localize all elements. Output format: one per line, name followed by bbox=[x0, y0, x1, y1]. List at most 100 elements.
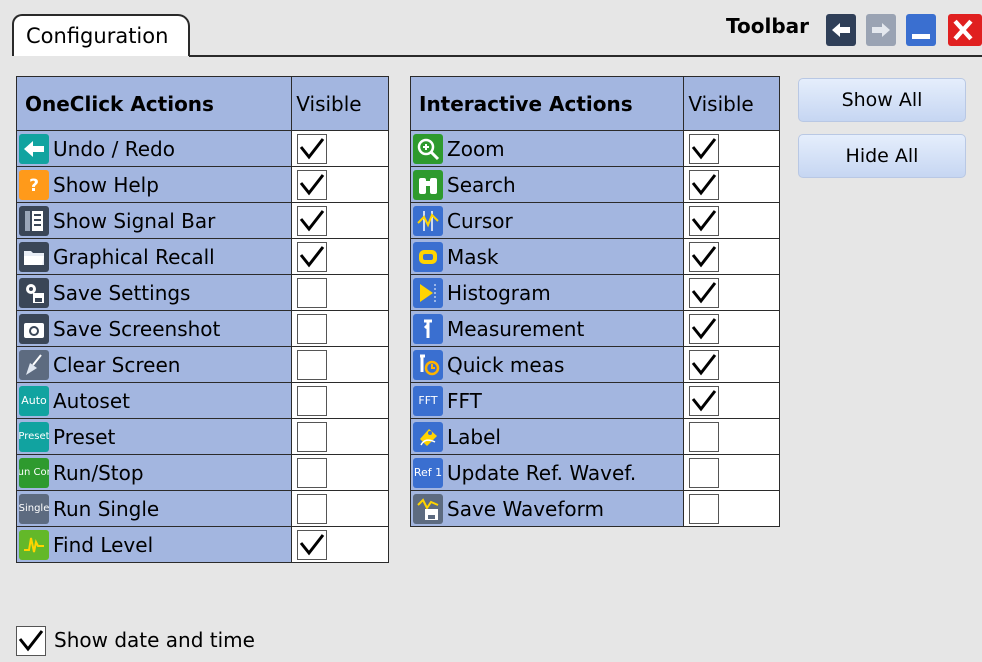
show-all-button[interactable]: Show All bbox=[798, 78, 966, 122]
oneclick-name-wrap: Run ContRun/Stop bbox=[17, 456, 291, 490]
oneclick-visible-checkbox[interactable] bbox=[297, 349, 328, 380]
oneclick-visible-cell bbox=[291, 454, 389, 491]
checkmark-icon bbox=[300, 173, 325, 195]
checkmark-icon bbox=[692, 317, 717, 339]
oneclick-visible-checkbox[interactable] bbox=[297, 421, 328, 452]
oneclick-label: Clear Screen bbox=[53, 352, 181, 377]
oneclick-row: ? Show Help bbox=[15, 166, 389, 203]
mask-icon bbox=[413, 241, 443, 272]
close-button[interactable] bbox=[948, 14, 982, 46]
oneclick-row: Save Settings bbox=[15, 274, 389, 311]
oneclick-visible-checkbox[interactable] bbox=[297, 313, 328, 344]
oneclick-name-cell: Graphical Recall bbox=[15, 238, 293, 275]
minimize-button[interactable] bbox=[906, 14, 936, 46]
oneclick-visible-checkbox[interactable] bbox=[297, 457, 328, 488]
toolbar-title: Toolbar bbox=[726, 14, 809, 38]
oneclick-row: Auto Autoset bbox=[15, 382, 389, 419]
interactive-name-wrap: Label bbox=[411, 420, 683, 454]
interactive-visible-checkbox[interactable] bbox=[689, 457, 720, 488]
interactive-label: Save Waveform bbox=[447, 496, 604, 521]
toolbar-undo-button[interactable] bbox=[826, 14, 856, 46]
checkmark-icon bbox=[692, 137, 717, 159]
show-date-time-checkbox[interactable] bbox=[16, 626, 46, 656]
oneclick-name-cell: Preset Preset bbox=[15, 418, 293, 455]
oneclick-visible-cell bbox=[291, 490, 389, 527]
interactive-label: Quick meas bbox=[447, 352, 565, 377]
interactive-row: Mask bbox=[409, 238, 780, 275]
oneclick-visible-checkbox[interactable] bbox=[297, 169, 328, 200]
interactive-visible-cell bbox=[683, 274, 780, 311]
checkmark-icon bbox=[300, 245, 325, 267]
oneclick-visible-header-cell: Visible bbox=[291, 76, 389, 131]
oneclick-name-cell: Run ContRun/Stop bbox=[15, 454, 293, 491]
tab-label: Configuration bbox=[26, 24, 169, 48]
interactive-visible-checkbox[interactable] bbox=[689, 313, 720, 344]
oneclick-header: OneClick Actions bbox=[25, 91, 214, 116]
interactive-visible-checkbox[interactable] bbox=[689, 169, 720, 200]
interactive-name-wrap: FFT FFT bbox=[411, 384, 683, 418]
interactive-visible-checkbox[interactable] bbox=[689, 493, 720, 524]
camera-icon bbox=[19, 313, 49, 344]
interactive-name-cell: Ref 1 Update Ref. Wavef. bbox=[409, 454, 685, 491]
interactive-row: Search bbox=[409, 166, 780, 203]
oneclick-visible-cell bbox=[291, 418, 389, 455]
toolbar-redo-button[interactable] bbox=[866, 14, 896, 46]
interactive-visible-cell bbox=[683, 202, 780, 239]
interactive-name-wrap: Measurement bbox=[411, 312, 683, 346]
oneclick-visible-checkbox[interactable] bbox=[297, 277, 328, 308]
save-waveform-icon bbox=[413, 493, 443, 524]
oneclick-name-wrap: Auto Autoset bbox=[17, 384, 291, 418]
run-stop-icon: Run Cont bbox=[19, 457, 49, 488]
interactive-visible-checkbox[interactable] bbox=[689, 421, 720, 452]
interactive-visible-checkbox[interactable] bbox=[689, 205, 720, 236]
label-icon bbox=[413, 421, 443, 452]
oneclick-visible-checkbox[interactable] bbox=[297, 241, 328, 272]
oneclick-visible-checkbox[interactable] bbox=[297, 529, 328, 560]
oneclick-label: Graphical Recall bbox=[53, 244, 215, 269]
interactive-row: FFT FFT bbox=[409, 382, 780, 419]
oneclick-visible-cell bbox=[291, 238, 389, 275]
interactive-row: Histogram bbox=[409, 274, 780, 311]
interactive-name-wrap: Ref 1 Update Ref. Wavef. bbox=[411, 456, 683, 490]
interactive-name-cell: Label bbox=[409, 418, 685, 455]
minimize-icon bbox=[912, 34, 930, 39]
interactive-row: Quick meas bbox=[409, 346, 780, 383]
interactive-visible-checkbox[interactable] bbox=[689, 241, 720, 272]
oneclick-visible-checkbox[interactable] bbox=[297, 493, 328, 524]
oneclick-visible-cell bbox=[291, 526, 389, 563]
oneclick-name-wrap: Save Screenshot bbox=[17, 312, 291, 346]
oneclick-visible-checkbox[interactable] bbox=[297, 133, 328, 164]
interactive-actions-table: Interactive Actions Visible Zoom Search Cu… bbox=[409, 76, 780, 527]
checkmark-icon bbox=[692, 209, 717, 231]
interactive-row: Ref 1 Update Ref. Wavef. bbox=[409, 454, 780, 491]
oneclick-row: Run ContRun/Stop bbox=[15, 454, 389, 491]
oneclick-visible-checkbox[interactable] bbox=[297, 385, 328, 416]
oneclick-label: Show Signal Bar bbox=[53, 208, 216, 233]
interactive-row: Zoom bbox=[409, 130, 780, 167]
interactive-visible-checkbox[interactable] bbox=[689, 277, 720, 308]
oneclick-row: Undo / Redo bbox=[15, 130, 389, 167]
interactive-name-wrap: Search bbox=[411, 168, 683, 202]
oneclick-name-cell: Auto Autoset bbox=[15, 382, 293, 419]
oneclick-label: Autoset bbox=[53, 388, 131, 413]
tab-configuration[interactable]: Configuration bbox=[12, 14, 190, 56]
interactive-visible-checkbox[interactable] bbox=[689, 385, 720, 416]
oneclick-name-cell: Save Settings bbox=[15, 274, 293, 311]
oneclick-visible-cell bbox=[291, 130, 389, 167]
fft-icon: FFT bbox=[413, 385, 443, 416]
folder-icon bbox=[19, 241, 49, 272]
interactive-name-wrap: Mask bbox=[411, 240, 683, 274]
oneclick-visible-checkbox[interactable] bbox=[297, 205, 328, 236]
oneclick-name-wrap: Find Level bbox=[17, 528, 291, 562]
histogram-icon bbox=[413, 277, 443, 308]
interactive-visible-checkbox[interactable] bbox=[689, 133, 720, 164]
oneclick-name-wrap: ? Show Help bbox=[17, 168, 291, 202]
oneclick-name-wrap: Show Signal Bar bbox=[17, 204, 291, 238]
oneclick-name-wrap: Graphical Recall bbox=[17, 240, 291, 274]
interactive-visible-cell bbox=[683, 238, 780, 275]
oneclick-visible-cell bbox=[291, 382, 389, 419]
hide-all-button[interactable]: Hide All bbox=[798, 134, 966, 178]
oneclick-visible-cell bbox=[291, 310, 389, 347]
interactive-visible-checkbox[interactable] bbox=[689, 349, 720, 380]
oneclick-row: Preset Preset bbox=[15, 418, 389, 455]
